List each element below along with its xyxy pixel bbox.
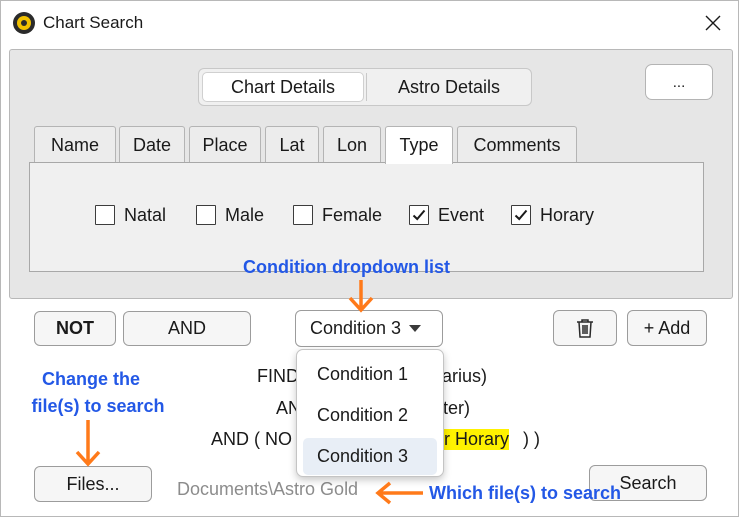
checkmark-icon [412, 209, 426, 221]
add-condition-button[interactable]: + Add [627, 310, 707, 346]
search-file-path: Documents\Astro Gold [177, 479, 359, 499]
checkbox-box[interactable] [511, 205, 531, 225]
query-line-1-suffix: arius) [442, 366, 488, 386]
tab-comments[interactable]: Comments [457, 126, 577, 163]
checkbox-box[interactable] [95, 205, 115, 225]
chart-search-window: Chart Search Chart Details Astro Details… [0, 0, 739, 517]
checkmark-icon [514, 209, 528, 221]
annotation-path-label: Which file(s) to search [429, 483, 622, 503]
query-line-1-prefix: FIND [257, 366, 299, 386]
title-bar: Chart Search [1, 1, 738, 45]
query-line-3-suffix: ) ) [523, 429, 540, 449]
annotation-arrow-down-icon [75, 420, 101, 467]
annotation-files-label-line1: Change the [41, 369, 140, 389]
condition-option-selected[interactable]: Condition 3 [303, 438, 437, 475]
and-button[interactable]: AND [123, 311, 251, 346]
annotation-arrow-down-icon [348, 280, 374, 313]
annotation-files-label-line2: file(s) to search [31, 396, 165, 416]
not-button[interactable]: NOT [34, 311, 116, 346]
checkbox-box[interactable] [293, 205, 313, 225]
checkbox-label: Horary [540, 204, 595, 225]
trash-icon [577, 319, 593, 338]
segment-divider [366, 73, 367, 101]
query-line-3-highlight: r Horary [444, 429, 510, 450]
condition-dropdown-list: Condition 1 Condition 2 Condition 3 [296, 349, 444, 477]
details-segmented-control: Chart Details Astro Details [198, 68, 532, 106]
tab-date[interactable]: Date [119, 126, 185, 163]
checkbox-label: Natal [124, 204, 167, 225]
query-line-2-suffix: ter) [443, 398, 470, 418]
segment-chart-details[interactable]: Chart Details [202, 72, 364, 102]
checkbox-male[interactable]: Male [196, 202, 264, 228]
annotation-arrow-left-icon [375, 481, 423, 505]
checkbox-event[interactable]: Event [409, 202, 484, 228]
checkbox-box[interactable] [409, 205, 429, 225]
tab-place[interactable]: Place [189, 126, 261, 163]
tab-type[interactable]: Type [385, 126, 453, 164]
astro-gold-app-icon [13, 12, 35, 34]
annotation-dropdown-label: Condition dropdown list [243, 257, 450, 277]
delete-condition-button[interactable] [553, 310, 617, 346]
window-title: Chart Search [43, 13, 144, 32]
tab-name[interactable]: Name [34, 126, 116, 163]
close-icon [705, 15, 721, 31]
condition-option[interactable]: Condition 2 [303, 397, 437, 434]
files-button[interactable]: Files... [34, 466, 152, 502]
checkbox-horary[interactable]: Horary [511, 202, 594, 228]
checkbox-box[interactable] [196, 205, 216, 225]
more-options-button[interactable]: ... [645, 64, 713, 100]
condition-dropdown-value: Condition 3 [310, 318, 402, 338]
tab-lon[interactable]: Lon [323, 126, 381, 163]
condition-dropdown[interactable]: Condition 3 [295, 310, 443, 347]
condition-option[interactable]: Condition 1 [303, 356, 437, 393]
tab-lat[interactable]: Lat [265, 126, 319, 163]
chevron-down-icon [409, 324, 422, 332]
checkbox-female[interactable]: Female [293, 202, 382, 228]
segment-astro-details[interactable]: Astro Details [369, 72, 529, 102]
checkbox-label: Female [322, 204, 383, 225]
checkbox-label: Male [225, 204, 265, 225]
close-button[interactable] [695, 7, 731, 39]
checkbox-label: Event [438, 204, 485, 225]
query-line-3-prefix: AND ( NO [211, 429, 292, 449]
checkbox-natal[interactable]: Natal [95, 202, 166, 228]
